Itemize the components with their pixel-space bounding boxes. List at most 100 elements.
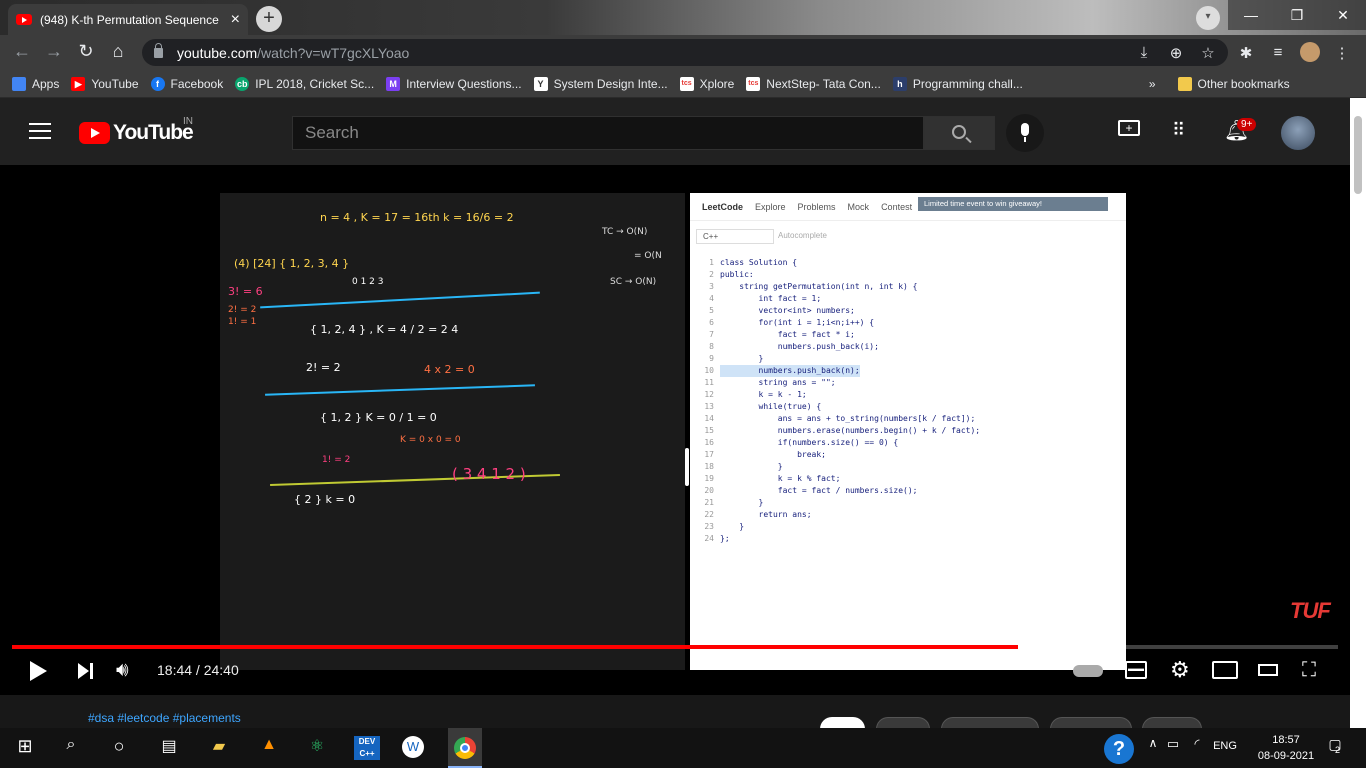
lock-icon	[154, 42, 163, 58]
language-indicator[interactable]: ENG	[1210, 740, 1240, 764]
windows-start-icon[interactable]: ⊞	[12, 736, 38, 760]
code-text: }	[720, 354, 764, 363]
app-w-icon[interactable]: W	[402, 736, 424, 758]
close-tab-icon[interactable]: ×	[231, 11, 240, 29]
wb-row3b: K = 0 x 0 = 0	[400, 435, 461, 445]
settings-gear-icon[interactable]: ⚙	[1170, 657, 1190, 683]
tab-strip: (948) K-th Permutation Sequence × + ▾ — …	[0, 0, 1366, 35]
code-text: return ans;	[720, 510, 812, 519]
video-hashtags[interactable]: #dsa #leetcode #placements	[88, 711, 241, 725]
system-clock[interactable]: 18:57 08-09-2021	[1256, 732, 1316, 764]
line-number: 15	[704, 426, 714, 435]
back-icon[interactable]: ←	[10, 41, 34, 62]
profile-avatar-icon[interactable]	[1300, 42, 1320, 62]
code-line: 9 }	[690, 353, 1126, 365]
search-input[interactable]: Search	[292, 116, 924, 150]
volume-icon[interactable]: 🔊︎	[116, 659, 129, 682]
voice-search-mic-icon[interactable]	[1006, 114, 1044, 152]
youtube-favicon-icon	[16, 14, 32, 25]
new-tab-button[interactable]: +	[256, 6, 282, 32]
apps-grid-icon[interactable]: ⠿	[1172, 120, 1185, 141]
bookmark-facebook[interactable]: f Facebook	[150, 76, 223, 91]
devcpp-icon[interactable]: DEV C++	[354, 736, 380, 760]
other-bookmarks[interactable]: Other bookmarks	[1177, 76, 1290, 91]
play-icon[interactable]	[30, 661, 47, 681]
battery-icon[interactable]: ▭	[1160, 736, 1186, 760]
help-icon[interactable]: ?	[1104, 734, 1134, 764]
autoplay-toggle[interactable]	[1073, 665, 1103, 677]
bookmark-nextstep[interactable]: tcs NextStep- Tata Con...	[746, 76, 881, 91]
bookmark-system-design[interactable]: Y System Design Inte...	[533, 76, 668, 91]
fullscreen-icon[interactable]: ⛶	[1302, 659, 1316, 682]
wb-row2b: 2! = 2	[306, 361, 341, 374]
page-scrollbar[interactable]	[1350, 98, 1366, 728]
next-video-icon[interactable]	[78, 663, 89, 679]
code-line: 8 numbers.push_back(i);	[690, 341, 1126, 353]
bookmarks-overflow-button[interactable]: »	[1149, 77, 1156, 91]
hamburger-menu-icon[interactable]	[29, 123, 51, 144]
restore-button[interactable]: ❐	[1274, 0, 1320, 30]
bookmark-programming[interactable]: h Programming chall...	[892, 76, 1023, 91]
scroll-thumb[interactable]	[1354, 116, 1362, 194]
file-explorer-icon[interactable]: ▰	[206, 736, 232, 760]
region-code: IN	[183, 116, 193, 127]
media-control-icon[interactable]: ≡	[1268, 44, 1288, 61]
install-icon[interactable]: ⤓	[1134, 44, 1154, 61]
minimize-button[interactable]: —	[1228, 0, 1274, 30]
url-path: /watch?v=wT7gcXLYoao	[257, 44, 410, 61]
forward-icon[interactable]: →	[42, 41, 66, 62]
code-line: 6 for(int i = 1;i<n;i++) {	[690, 317, 1126, 329]
wb-tc: TC → O(N)	[602, 227, 648, 237]
search-icon[interactable]: ⌕	[58, 736, 84, 760]
code-text: vector<int> numbers;	[720, 306, 855, 315]
cortana-icon[interactable]: ○	[106, 736, 132, 760]
address-bar[interactable]: youtube.com/watch?v=wT7gcXLYoao	[142, 39, 1228, 66]
menu-kebab-icon[interactable]: ⋮	[1332, 44, 1352, 62]
bookmark-interview[interactable]: M Interview Questions...	[386, 76, 522, 91]
subtitles-icon[interactable]: ▬▬	[1125, 661, 1147, 679]
chrome-taskbar-icon[interactable]	[448, 728, 482, 768]
home-icon[interactable]: ⌂	[106, 41, 130, 62]
miniplayer-icon[interactable]	[1212, 661, 1238, 679]
youtube-logo[interactable]: YouTube IN	[79, 116, 194, 145]
atom-icon[interactable]: ⚛	[304, 736, 330, 760]
code-line: 20 fact = fact / numbers.size();	[690, 485, 1126, 497]
wifi-icon[interactable]: ◜	[1184, 736, 1210, 760]
browser-tab[interactable]: (948) K-th Permutation Sequence ×	[8, 4, 248, 35]
bookmarks-bar: Apps ▶ YouTube f Facebook cb IPL 2018, Cric…	[0, 70, 1366, 98]
close-window-button[interactable]: ✕	[1320, 0, 1366, 30]
tab-search-button[interactable]: ▾	[1196, 6, 1220, 30]
clock-time: 18:57	[1272, 734, 1300, 746]
code-line: 17 break;	[690, 449, 1126, 461]
zoom-icon[interactable]: ⊕	[1166, 44, 1186, 62]
code-line: 2 public:	[690, 269, 1126, 281]
vlc-icon[interactable]: ▲	[256, 736, 282, 760]
theater-mode-icon[interactable]	[1258, 664, 1278, 676]
bookmark-youtube[interactable]: ▶ YouTube	[71, 76, 139, 91]
bookmark-ipl[interactable]: cb IPL 2018, Cricket Sc...	[235, 76, 374, 91]
bookmark-xplore[interactable]: tcs Xplore	[679, 76, 734, 91]
line-number: 24	[704, 534, 714, 543]
tcs-icon: tcs	[746, 76, 761, 91]
account-avatar[interactable]	[1281, 116, 1315, 150]
code-text: fact = fact / numbers.size();	[720, 486, 918, 495]
code-text: string getPermutation(int n, int k) {	[720, 282, 918, 291]
create-video-icon[interactable]: +	[1118, 120, 1140, 136]
line-number: 18	[704, 462, 714, 471]
code-line: 12 k = k - 1;	[690, 389, 1126, 401]
video-progress-bar[interactable]	[12, 645, 1338, 649]
line-number: 23	[704, 522, 714, 531]
bookmark-star-icon[interactable]: ☆	[1198, 44, 1218, 62]
next-bar-icon	[90, 663, 93, 679]
task-view-icon[interactable]: ▤	[156, 736, 182, 760]
extensions-icon[interactable]: ✱	[1236, 44, 1256, 62]
bookmark-apps[interactable]: Apps	[12, 76, 59, 91]
video-player[interactable]: n = 4 , K = 17 = 16th k = 16/6 = 2 TC → …	[0, 165, 1350, 695]
search-button[interactable]	[924, 116, 995, 150]
code-line: 11 string ans = "";	[690, 377, 1126, 389]
wb-fact-2: 2! = 2	[228, 305, 257, 315]
facebook-icon: f	[150, 76, 165, 91]
action-center-icon[interactable]: ▢ 2	[1322, 736, 1348, 760]
system-design-icon: Y	[533, 76, 548, 91]
reload-icon[interactable]: ↻	[74, 41, 98, 62]
